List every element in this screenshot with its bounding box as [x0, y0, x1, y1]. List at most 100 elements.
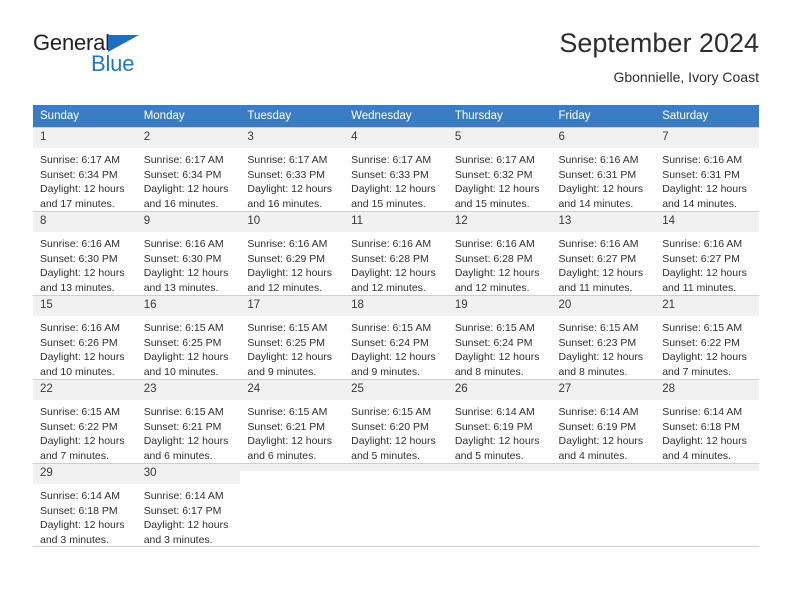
sunset-text: Sunset: 6:24 PM: [351, 336, 429, 349]
day-cell[interactable]: 20 Sunrise: 6:15 AM Sunset: 6:23 PM Dayligh…: [551, 295, 656, 379]
daylight-text: Daylight: 12 hours and 13 minutes.: [143, 267, 229, 294]
day-details: Sunrise: 6:15 AM Sunset: 6:25 PM Daylight:…: [240, 316, 344, 379]
sunrise-text: Sunrise: 6:15 AM: [247, 406, 328, 418]
day-cell[interactable]: 12 Sunrise: 6:16 AM Sunset: 6:28 PM Dayligh…: [447, 211, 552, 295]
week-row: 22 Sunrise: 6:15 AM Sunset: 6:22 PM Dayligh…: [33, 379, 759, 463]
day-cell[interactable]: 17 Sunrise: 6:15 AM Sunset: 6:25 PM Dayligh…: [240, 295, 345, 379]
sunrise-text: Sunrise: 6:17 AM: [454, 154, 535, 166]
daylight-text: Daylight: 12 hours and 14 minutes.: [558, 183, 644, 210]
day-number: 18: [344, 296, 448, 316]
brand-logo[interactable]: General Blue: [33, 30, 273, 90]
day-cell[interactable]: 16 Sunrise: 6:15 AM Sunset: 6:25 PM Dayligh…: [136, 295, 241, 379]
sunrise-text: Sunrise: 6:14 AM: [143, 490, 224, 502]
day-number: 15: [33, 296, 137, 316]
daylight-text: Daylight: 12 hours and 4 minutes.: [662, 435, 747, 462]
day-cell[interactable]: 3 Sunrise: 6:17 AM Sunset: 6:33 PM Daylight…: [240, 127, 345, 211]
day-cell[interactable]: 11 Sunrise: 6:16 AM Sunset: 6:28 PM Dayligh…: [344, 211, 448, 295]
weekday-header-saturday: Saturday: [655, 105, 759, 127]
day-cell[interactable]: 19 Sunrise: 6:15 AM Sunset: 6:24 PM Dayligh…: [447, 295, 552, 379]
day-number: 2: [136, 128, 241, 148]
day-details: Sunrise: 6:16 AM Sunset: 6:29 PM Daylight:…: [240, 232, 344, 295]
sunset-text: Sunset: 6:31 PM: [558, 168, 637, 181]
day-number: [551, 464, 656, 471]
sunset-text: Sunset: 6:30 PM: [40, 252, 118, 265]
sunrise-text: Sunrise: 6:16 AM: [40, 322, 120, 334]
sunset-text: Sunset: 6:29 PM: [247, 252, 326, 265]
day-number: 12: [447, 212, 552, 232]
daylight-text: Daylight: 12 hours and 7 minutes.: [40, 435, 125, 462]
day-cell[interactable]: 25 Sunrise: 6:15 AM Sunset: 6:20 PM Dayligh…: [344, 379, 448, 463]
daylight-text: Daylight: 12 hours and 17 minutes.: [40, 183, 125, 210]
daylight-text: Daylight: 12 hours and 12 minutes.: [454, 267, 540, 294]
day-cell[interactable]: 6 Sunrise: 6:16 AM Sunset: 6:31 PM Daylight…: [551, 127, 656, 211]
day-number: 3: [240, 128, 345, 148]
day-cell[interactable]: 18 Sunrise: 6:15 AM Sunset: 6:24 PM Dayligh…: [344, 295, 448, 379]
sunrise-text: Sunrise: 6:16 AM: [247, 238, 328, 250]
day-cell[interactable]: 8 Sunrise: 6:16 AM Sunset: 6:30 PM Daylight…: [33, 211, 137, 295]
day-cell[interactable]: 10 Sunrise: 6:16 AM Sunset: 6:29 PM Dayligh…: [240, 211, 345, 295]
page-subtitle: Gbonnielle, Ivory Coast: [613, 69, 759, 85]
sunrise-text: Sunrise: 6:15 AM: [40, 406, 120, 418]
day-number: 29: [33, 464, 137, 484]
sunrise-text: Sunrise: 6:15 AM: [143, 406, 224, 418]
day-details: Sunrise: 6:14 AM Sunset: 6:18 PM Daylight:…: [33, 484, 137, 547]
day-number: [344, 464, 448, 471]
sunset-text: Sunset: 6:26 PM: [40, 336, 118, 349]
day-number: 6: [551, 128, 656, 148]
day-cell[interactable]: 7 Sunrise: 6:16 AM Sunset: 6:31 PM Daylight…: [655, 127, 759, 211]
day-number: 26: [447, 380, 552, 400]
day-cell[interactable]: 2 Sunrise: 6:17 AM Sunset: 6:34 PM Daylight…: [136, 127, 241, 211]
calendar-page: General Blue September 2024 Gbonnielle, …: [0, 0, 792, 612]
sunset-text: Sunset: 6:31 PM: [662, 168, 740, 181]
daylight-text: Daylight: 12 hours and 11 minutes.: [558, 267, 644, 294]
day-details: Sunrise: 6:14 AM Sunset: 6:19 PM Daylight:…: [552, 400, 656, 463]
daylight-text: Daylight: 12 hours and 9 minutes.: [247, 351, 333, 378]
sunrise-text: Sunrise: 6:15 AM: [454, 322, 535, 334]
day-number: 5: [447, 128, 552, 148]
day-cell[interactable]: 1 Sunrise: 6:17 AM Sunset: 6:34 PM Daylight…: [33, 127, 137, 211]
day-details: Sunrise: 6:16 AM Sunset: 6:30 PM Daylight:…: [137, 232, 241, 295]
day-details: Sunrise: 6:16 AM Sunset: 6:30 PM Daylight:…: [33, 232, 137, 295]
day-number: 1: [33, 128, 137, 148]
sunset-text: Sunset: 6:23 PM: [558, 336, 637, 349]
day-cell[interactable]: 21 Sunrise: 6:15 AM Sunset: 6:22 PM Dayligh…: [655, 295, 759, 379]
day-cell[interactable]: 15 Sunrise: 6:16 AM Sunset: 6:26 PM Dayligh…: [33, 295, 137, 379]
title-block: September 2024 Gbonnielle, Ivory Coast: [559, 26, 759, 86]
day-cell[interactable]: 22 Sunrise: 6:15 AM Sunset: 6:22 PM Dayligh…: [33, 379, 137, 463]
sunrise-text: Sunrise: 6:15 AM: [558, 322, 639, 334]
daylight-text: Daylight: 12 hours and 14 minutes.: [662, 183, 747, 210]
sunrise-text: Sunrise: 6:14 AM: [454, 406, 535, 418]
sunset-text: Sunset: 6:18 PM: [40, 504, 118, 517]
day-cell-empty: [655, 463, 759, 547]
day-number: 30: [136, 464, 241, 484]
sunrise-text: Sunrise: 6:16 AM: [558, 238, 639, 250]
daylight-text: Daylight: 12 hours and 15 minutes.: [454, 183, 540, 210]
day-number: 4: [344, 128, 448, 148]
day-number: 11: [344, 212, 448, 232]
daylight-text: Daylight: 12 hours and 6 minutes.: [143, 435, 229, 462]
sunset-text: Sunset: 6:22 PM: [40, 420, 118, 433]
daylight-text: Daylight: 12 hours and 3 minutes.: [143, 519, 229, 546]
day-cell[interactable]: 5 Sunrise: 6:17 AM Sunset: 6:32 PM Daylight…: [447, 127, 552, 211]
day-cell[interactable]: 9 Sunrise: 6:16 AM Sunset: 6:30 PM Daylight…: [136, 211, 241, 295]
day-cell[interactable]: 13 Sunrise: 6:16 AM Sunset: 6:27 PM Dayligh…: [551, 211, 656, 295]
daylight-text: Daylight: 12 hours and 11 minutes.: [662, 267, 747, 294]
day-cell[interactable]: 28 Sunrise: 6:14 AM Sunset: 6:18 PM Dayligh…: [655, 379, 759, 463]
sunrise-text: Sunrise: 6:15 AM: [351, 322, 432, 334]
weekday-header-monday: Monday: [136, 105, 241, 127]
day-cell[interactable]: 14 Sunrise: 6:16 AM Sunset: 6:27 PM Dayligh…: [655, 211, 759, 295]
day-cell[interactable]: 23 Sunrise: 6:15 AM Sunset: 6:21 PM Dayligh…: [136, 379, 241, 463]
sunset-text: Sunset: 6:33 PM: [351, 168, 429, 181]
day-cell[interactable]: 24 Sunrise: 6:15 AM Sunset: 6:21 PM Dayligh…: [240, 379, 345, 463]
day-cell[interactable]: 30 Sunrise: 6:14 AM Sunset: 6:17 PM Dayligh…: [136, 463, 241, 547]
sunrise-text: Sunrise: 6:16 AM: [662, 154, 743, 166]
sunrise-text: Sunrise: 6:14 AM: [558, 406, 639, 418]
day-cell[interactable]: 29 Sunrise: 6:14 AM Sunset: 6:18 PM Dayligh…: [33, 463, 137, 547]
day-details: Sunrise: 6:16 AM Sunset: 6:28 PM Daylight:…: [344, 232, 448, 295]
day-cell[interactable]: 4 Sunrise: 6:17 AM Sunset: 6:33 PM Daylight…: [344, 127, 448, 211]
day-cell[interactable]: 26 Sunrise: 6:14 AM Sunset: 6:19 PM Dayligh…: [447, 379, 552, 463]
daylight-text: Daylight: 12 hours and 10 minutes.: [40, 351, 125, 378]
day-cell[interactable]: 27 Sunrise: 6:14 AM Sunset: 6:19 PM Dayligh…: [551, 379, 656, 463]
sunrise-text: Sunrise: 6:15 AM: [247, 322, 328, 334]
sunrise-text: Sunrise: 6:15 AM: [351, 406, 432, 418]
